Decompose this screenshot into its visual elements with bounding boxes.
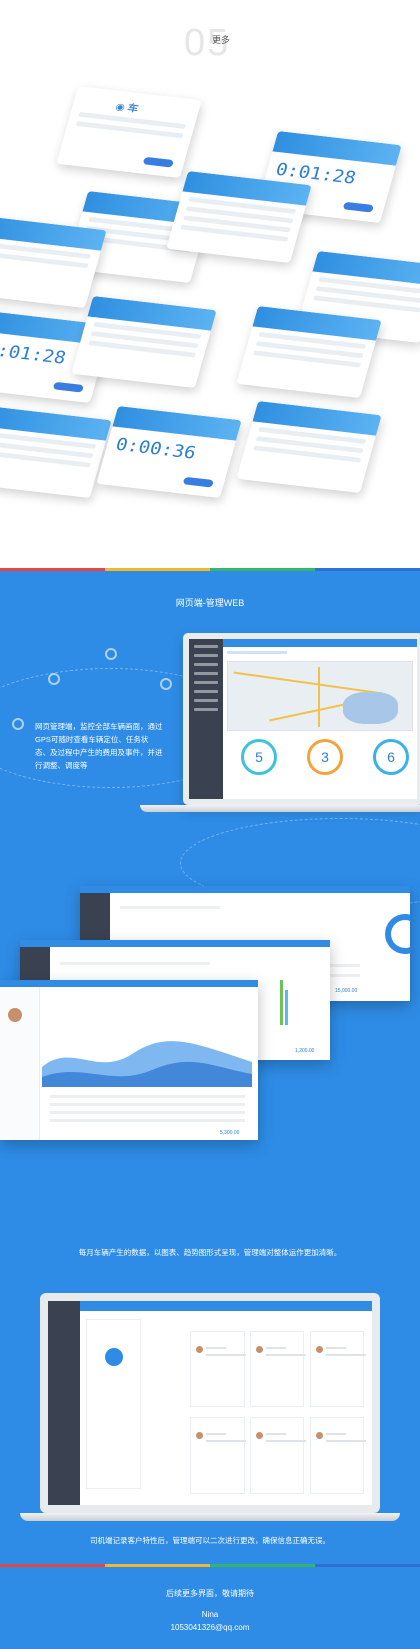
trend-area-chart: [42, 1041, 252, 1087]
color-stripe: [0, 568, 420, 571]
web-section-description: 网页管理端，监控全部车辆画面，通过GPS可随时查看车辆定位、任务状态、及过程中产…: [35, 722, 163, 770]
customer-profile-panel: [86, 1319, 141, 1489]
laptop-base: [140, 805, 420, 812]
phone-screen-map: [0, 215, 107, 309]
web-section-title: 网页端-管理WEB: [175, 598, 245, 608]
dashboard-screen: 5 3 6: [189, 639, 417, 799]
visit-records: [190, 1331, 366, 1497]
author-name: Nina: [201, 1610, 219, 1619]
phone-screen-detail: [0, 405, 112, 499]
logo-icon: ◉ 车: [114, 101, 140, 115]
map-pin-icon: [48, 673, 60, 685]
map-pin-icon: [160, 678, 172, 690]
timer-readout: 0:01:28: [0, 339, 69, 369]
phone-screen-login: ◉ 车: [56, 85, 202, 179]
gauge-events: 6: [373, 739, 409, 775]
vehicle-map: [227, 661, 413, 731]
sidebar: [48, 1301, 80, 1505]
gauge-tasks: 3: [307, 739, 343, 775]
phone-screen-timer-3: 0:00:36: [96, 405, 242, 499]
total-value: 15,000.00: [335, 988, 358, 994]
timer-readout: 0:00:36: [113, 434, 199, 464]
login-button: [142, 156, 175, 168]
driver-records-laptop: [40, 1293, 380, 1513]
author-email: 1053041326@qq.com: [170, 1623, 250, 1632]
map-pin-icon: [12, 718, 24, 730]
top-bar: [80, 1301, 372, 1311]
avatar: [8, 1008, 22, 1022]
donut-chart: [385, 914, 410, 954]
map-pin-icon: [105, 648, 117, 660]
laptop-base: [20, 1513, 400, 1521]
phone-screen-task: [71, 295, 217, 389]
sidebar: [189, 639, 223, 799]
window-trends: 5,300.00: [0, 980, 258, 1140]
footer-line: 后续更多界面，敬请期待: [166, 1589, 254, 1598]
dashboard-monitor: 5 3 6: [183, 633, 420, 805]
top-bar: [223, 639, 417, 647]
phone-screen-task-2: [236, 400, 382, 494]
gauge-vehicles: 5: [241, 739, 277, 775]
section-web: 网页端-管理WEB 网页管理端，监控全部车辆画面，通过GPS可随时查看车辆定位、…: [0, 568, 420, 1649]
phone-screen-list: [166, 170, 312, 264]
avatar: [105, 1348, 123, 1366]
total-value: 1,200.00: [295, 1048, 315, 1054]
total-value: 5,300.00: [220, 1130, 240, 1136]
color-stripe: [0, 1564, 420, 1567]
section-title: 更多: [212, 35, 231, 45]
data-section-description: 每月车辆产生的数据，以图表、趋势图形式呈现，管理端对整体运作更加清晰。: [78, 1248, 342, 1257]
driver-section-description: 司机端记录客户特性后，管理端可以二次进行更改，确保信息正确无误。: [90, 1536, 330, 1545]
section-more: 05 更多 ◉ 车 0:01:28 0:01:28 0:00:36: [0, 0, 420, 568]
phone-screen-menu: [236, 305, 382, 399]
